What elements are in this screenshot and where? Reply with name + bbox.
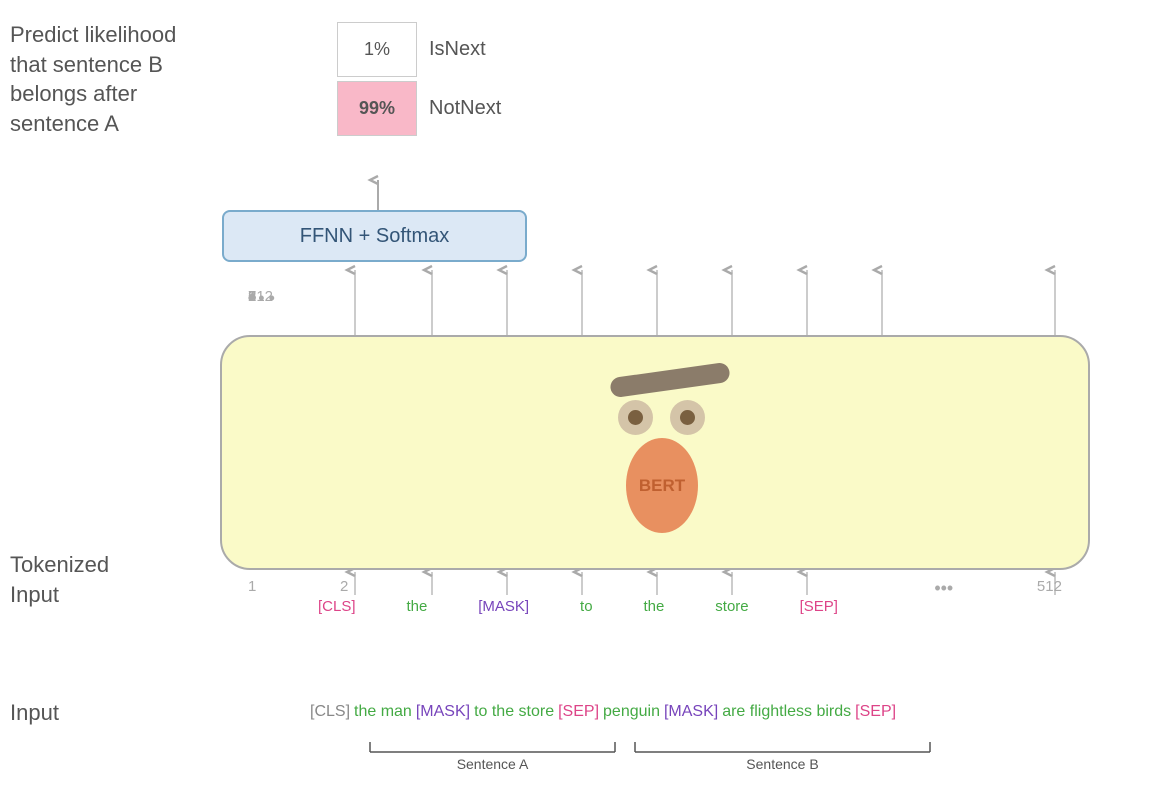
isnext-label: IsNext (429, 38, 486, 61)
sentence-b-label: Sentence B (635, 756, 930, 772)
num-bottom-2: 2 (340, 578, 348, 599)
num-labels-bottom: 1 2 ••• 512 (220, 578, 1090, 599)
token-store: store (715, 598, 748, 615)
token-mask1: [MASK] (478, 598, 529, 615)
num-top-512: 512 (248, 288, 273, 305)
token-to: to (580, 598, 593, 615)
isnext-percent: 1% (364, 39, 390, 60)
isnext-box: 1% (337, 22, 417, 77)
input-to-the-store: to the store (474, 703, 554, 721)
input-sentence-row: [CLS] the man [MASK] to the store [SEP] … (310, 703, 896, 721)
input-cls: [CLS] (310, 703, 350, 721)
predict-likelihood-label: Predict likelihood that sentence B belon… (10, 20, 210, 139)
input-sep2: [SEP] (855, 703, 896, 721)
notnext-box: 99% (337, 81, 417, 136)
ffnn-label: FFNN + Softmax (300, 225, 449, 248)
token-the1: the (406, 598, 427, 615)
token-sep: [SEP] (800, 598, 838, 615)
input-flightless: are flightless birds (722, 703, 851, 721)
output-area: 1% IsNext 99% NotNext (337, 22, 501, 136)
num-bottom-dots: ••• (934, 578, 953, 599)
input-the-man: the man (354, 703, 412, 721)
bert-label: BERT (639, 476, 685, 496)
sentence-a-label: Sentence A (370, 756, 615, 772)
ffnn-box: FFNN + Softmax (222, 210, 527, 262)
tokenized-input-label: TokenizedInput (10, 550, 109, 609)
num-bottom-512: 512 (1037, 578, 1062, 599)
notnext-label: NotNext (429, 97, 501, 120)
notnext-percent: 99% (359, 98, 395, 119)
num-bottom-1: 1 (248, 578, 256, 599)
input-penguin: penguin (603, 703, 660, 721)
token-cls: [CLS] (318, 598, 356, 615)
input-mask2: [MASK] (664, 703, 718, 721)
bert-left-eye (618, 400, 653, 435)
input-sep1: [SEP] (558, 703, 599, 721)
input-mask1: [MASK] (416, 703, 470, 721)
bert-right-eye (670, 400, 705, 435)
bert-nose: BERT (626, 438, 698, 533)
token-the2: the (644, 598, 665, 615)
input-label: Input (10, 700, 59, 726)
token-labels: [CLS] the [MASK] to the store [SEP] (318, 598, 838, 615)
